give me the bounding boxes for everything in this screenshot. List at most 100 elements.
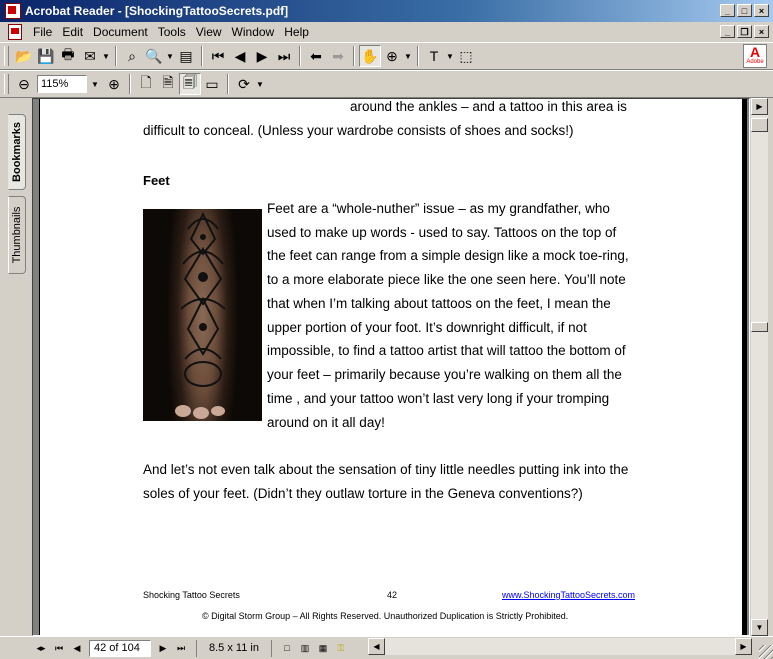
pdf-page: around the ankles – and a tattoo in this… (39, 99, 743, 635)
document-window-controls: _ ❐ × (720, 25, 769, 38)
next-page-icon[interactable]: ▶ (251, 45, 273, 67)
paragraph-line: impossible, to find a tattoo artist that… (267, 343, 626, 358)
document-view[interactable]: around the ankles – and a tattoo in this… (32, 98, 750, 636)
page-number-field[interactable]: 42 of 104 (89, 639, 151, 657)
window-controls: _ □ × (720, 4, 769, 17)
email-dropdown-icon[interactable]: ▼ (101, 52, 111, 61)
minimize-button[interactable]: _ (720, 4, 735, 17)
horizontal-scrollbar[interactable]: ◀ ▶ (368, 638, 752, 655)
scroll-left-icon[interactable]: ◀ (368, 638, 385, 655)
footer-page-number: 42 (387, 590, 398, 600)
status-previous-page-icon[interactable]: ◀ (68, 640, 86, 657)
menu-file[interactable]: File (28, 25, 57, 39)
toolbar-separator (299, 46, 301, 66)
resize-grip-icon[interactable] (759, 645, 773, 659)
vertical-scrollbar[interactable]: ▶ ▼ (751, 98, 768, 636)
zoom-out-icon[interactable]: ⊖ (13, 73, 35, 95)
doc-restore-button[interactable]: ❐ (737, 25, 752, 38)
footer-title: Shocking Tattoo Secrets (143, 590, 240, 600)
text-select-dropdown-icon[interactable]: ▼ (445, 52, 455, 61)
security-key-icon[interactable]: ⚿ (332, 640, 350, 657)
find-binoculars-icon[interactable]: ⌕ (121, 45, 143, 67)
scrollbar-split-handle[interactable] (751, 118, 768, 132)
doc-close-button[interactable]: × (754, 25, 769, 38)
previous-page-icon[interactable]: ◀ (229, 45, 251, 67)
last-page-icon[interactable]: ⏭ (273, 45, 295, 67)
search-dropdown-icon[interactable]: ▼ (165, 52, 175, 61)
menu-edit[interactable]: Edit (57, 25, 88, 39)
page-size-display: 8.5 x 11 in (196, 639, 272, 657)
body-text-line: And let’s not even talk about the sensat… (143, 462, 629, 477)
fit-visible-icon[interactable]: ▭ (201, 73, 223, 95)
zoom-in-tool-icon[interactable]: ⊕ (381, 45, 403, 67)
print-icon[interactable]: 🖶 (57, 45, 79, 67)
tattoo-pattern-icon (175, 211, 226, 419)
search-icon[interactable]: 🔍 (143, 45, 165, 67)
paragraph-line: used to make up words - used to say. Tat… (267, 225, 617, 240)
hand-tool-icon[interactable]: ✋ (359, 45, 381, 67)
go-back-icon[interactable]: ⬅ (305, 45, 327, 67)
toolbar-grip[interactable] (4, 46, 9, 66)
adobe-logo[interactable]: A Adobe (743, 44, 767, 68)
foot-tattoo-photo (143, 209, 262, 421)
fit-page-icon[interactable]: 🗎 (157, 73, 179, 95)
menu-document[interactable]: Document (88, 25, 153, 39)
view-toolbar: ⊖ 115% ▼ ⊕ 🗋 🗎 🗐 ▭ ⟳ ▼ (0, 70, 773, 98)
single-page-layout-icon[interactable]: □ (278, 640, 296, 657)
show-navigation-pane-icon[interactable]: ▤ (175, 45, 197, 67)
acrobat-app-icon[interactable] (5, 3, 21, 19)
body-text-line: around the ankles – and a tattoo in this… (350, 99, 627, 114)
menu-view[interactable]: View (191, 25, 227, 39)
tab-bookmarks-label: Bookmarks (11, 122, 23, 182)
body-text-line: soles of your feet. (Didn’t they outlaw … (143, 486, 583, 501)
footer-website-link[interactable]: www.ShockingTattooSecrets.com (502, 590, 635, 600)
document-icon[interactable] (8, 24, 22, 40)
email-icon[interactable]: ✉ (79, 45, 101, 67)
status-next-page-icon[interactable]: ▶ (154, 640, 172, 657)
zoom-tool-dropdown-icon[interactable]: ▼ (403, 52, 413, 61)
first-page-icon[interactable]: ⏮ (207, 45, 229, 67)
scroll-right-icon[interactable]: ▶ (735, 638, 752, 655)
menu-window[interactable]: Window (227, 25, 280, 39)
status-last-page-icon[interactable]: ⏭ (172, 640, 190, 657)
toolbar-separator (115, 46, 117, 66)
section-heading: Feet (143, 173, 170, 188)
tab-thumbnails-label: Thumbnails (11, 206, 23, 264)
zoom-level-field[interactable]: 115% (37, 75, 87, 93)
paragraph-line: upper portion of your foot. It’s downrig… (267, 320, 587, 335)
open-folder-icon[interactable]: 📂 (13, 45, 35, 67)
tab-thumbnails[interactable]: Thumbnails (8, 196, 26, 274)
paragraph-line: the feet can range from a simple design … (267, 248, 629, 263)
menu-help[interactable]: Help (279, 25, 314, 39)
actual-size-icon[interactable]: 🗋 (135, 73, 157, 95)
facing-pages-layout-icon[interactable]: ▦ (314, 640, 332, 657)
zoom-level-dropdown-icon[interactable]: ▼ (87, 75, 103, 93)
split-view-icon[interactable]: ◂▸ (32, 640, 50, 657)
rotate-view-icon[interactable]: ⟳ (233, 73, 255, 95)
menu-tools[interactable]: Tools (153, 25, 191, 39)
maximize-button[interactable]: □ (737, 4, 752, 17)
save-icon[interactable]: 💾 (35, 45, 57, 67)
text-select-tool-icon[interactable]: T (423, 45, 445, 67)
continuous-layout-icon[interactable]: ▥ (296, 640, 314, 657)
tab-bookmarks[interactable]: Bookmarks (8, 114, 26, 190)
zoom-in-icon[interactable]: ⊕ (103, 73, 125, 95)
fit-width-icon[interactable]: 🗐 (179, 73, 201, 95)
scrollbar-thumb[interactable] (751, 322, 768, 332)
window-title: Acrobat Reader - [ShockingTattooSecrets.… (25, 4, 289, 18)
toolbar-separator (227, 74, 229, 94)
page-shadow (743, 99, 747, 635)
adobe-logo-icon: A (749, 44, 761, 60)
status-first-page-icon[interactable]: ⏮ (50, 640, 68, 657)
rotate-dropdown-icon[interactable]: ▼ (255, 80, 265, 89)
close-button[interactable]: × (754, 4, 769, 17)
scroll-up-icon[interactable]: ▶ (751, 98, 768, 115)
toolbar-separator (129, 74, 131, 94)
toolbar-grip[interactable] (4, 74, 9, 94)
adobe-logo-text: Adobe (746, 59, 764, 65)
go-forward-icon[interactable]: ➡ (327, 45, 349, 67)
main-toolbar: 📂 💾 🖶 ✉ ▼ ⌕ 🔍 ▼ ▤ ⏮ ◀ ▶ ⏭ ⬅ ➡ ✋ ⊕ ▼ T ▼ … (0, 42, 773, 70)
graphics-select-tool-icon[interactable]: ⬚ (455, 45, 477, 67)
scroll-down-icon[interactable]: ▼ (751, 619, 768, 636)
doc-minimize-button[interactable]: _ (720, 25, 735, 38)
